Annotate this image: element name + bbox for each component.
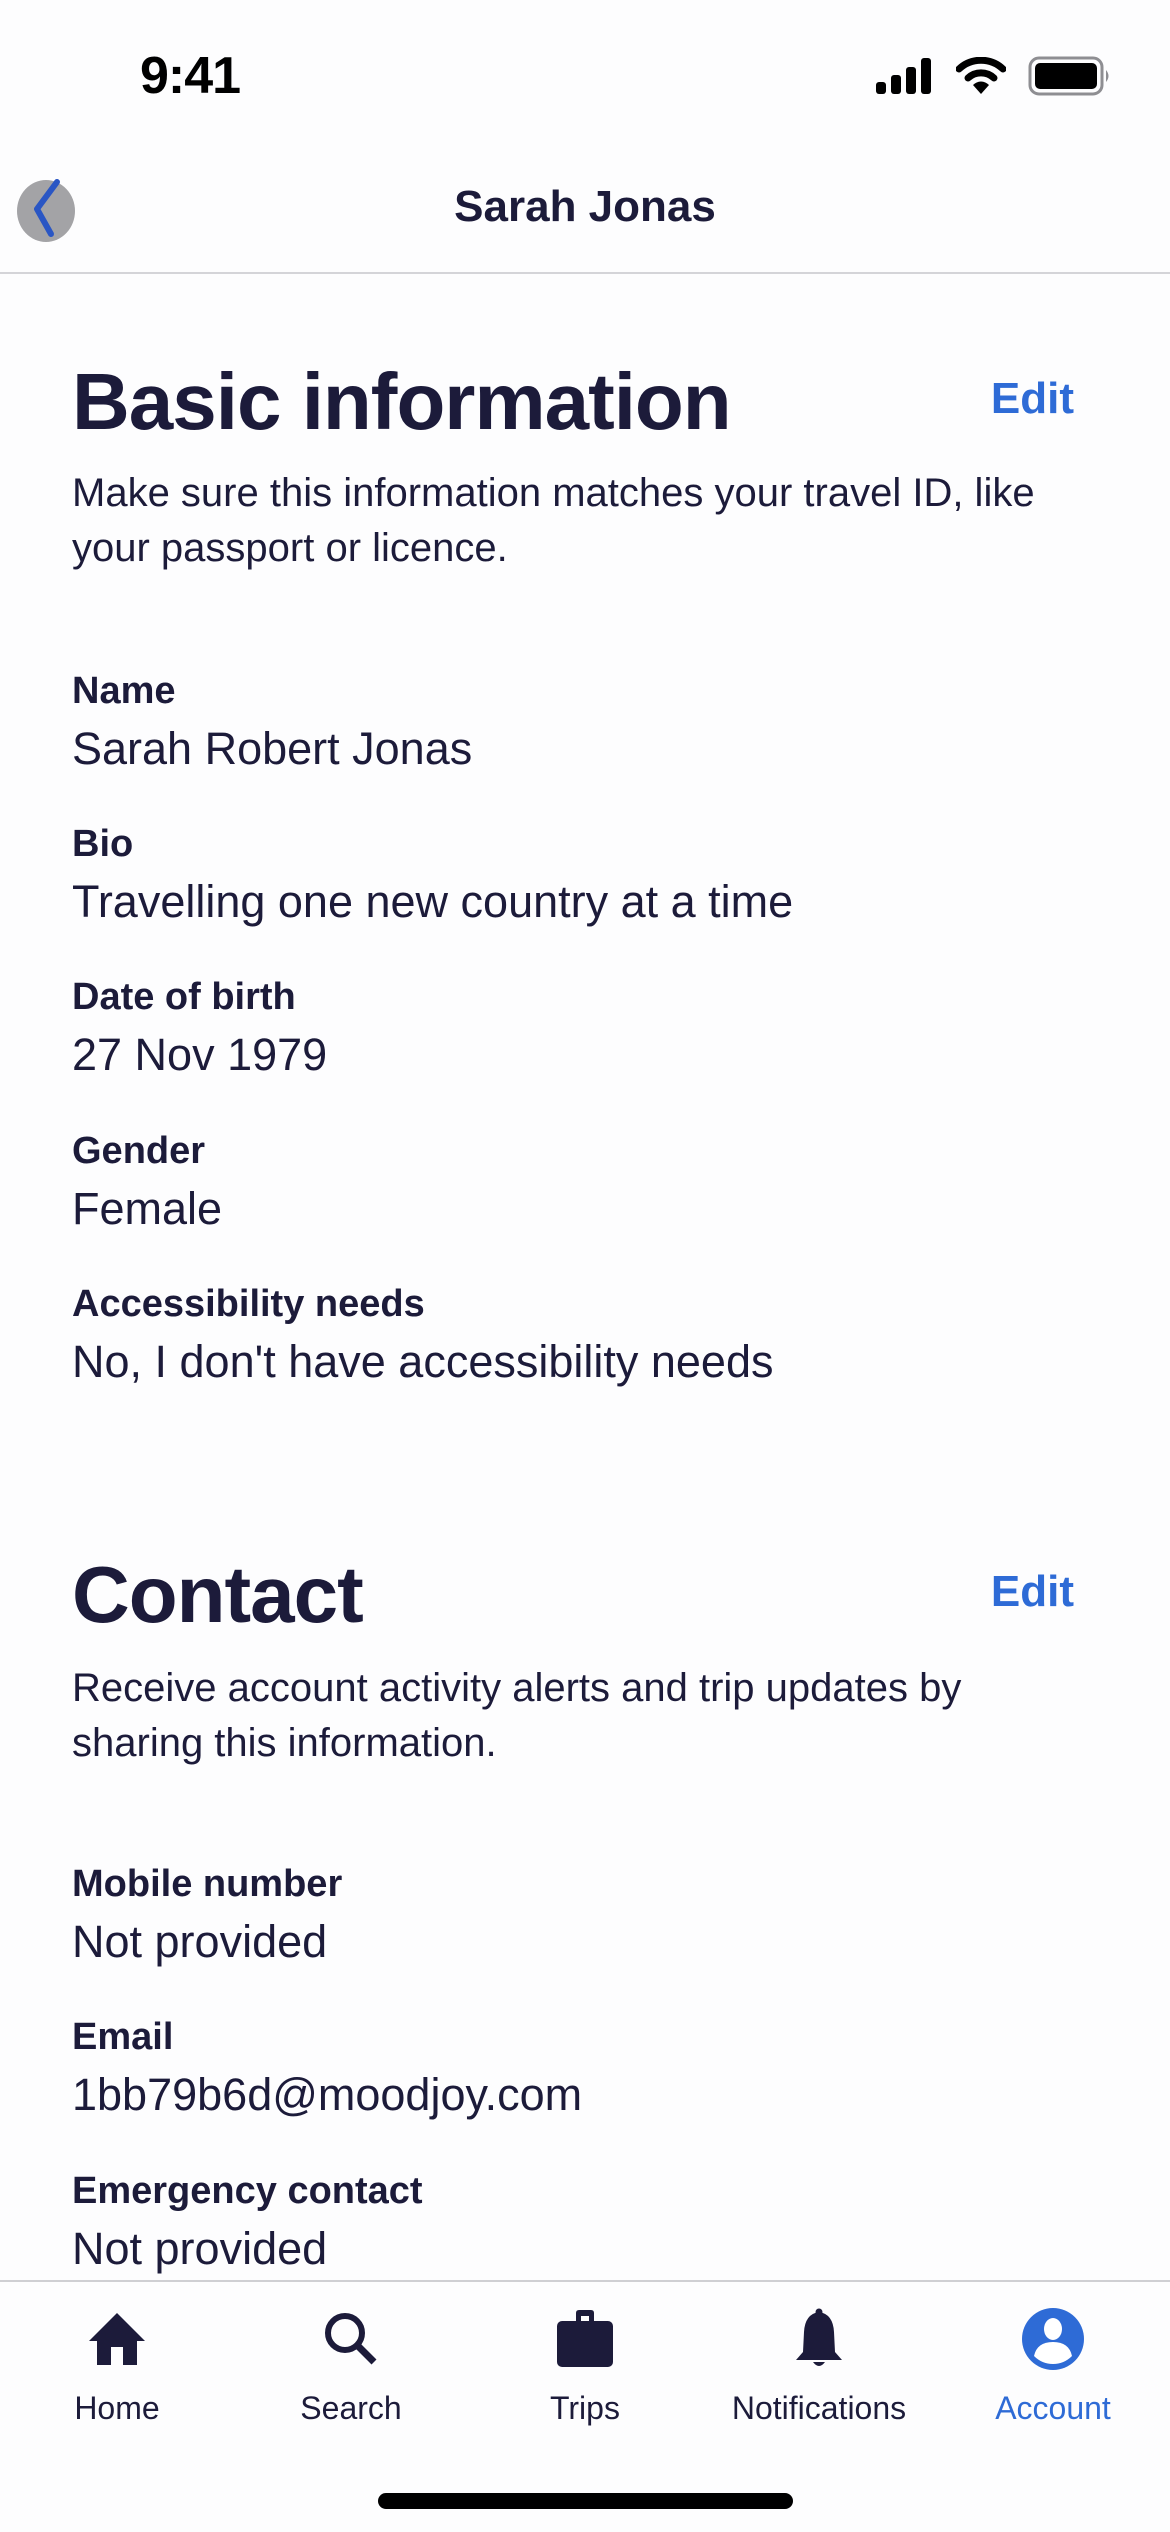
- field-gender: Gender Female: [72, 1128, 1098, 1236]
- briefcase-icon: [550, 2304, 620, 2374]
- edit-basic-information-button[interactable]: Edit: [991, 374, 1074, 424]
- tab-label: Account: [995, 2390, 1111, 2426]
- field-label: Bio: [72, 823, 134, 865]
- nav-header: Sarah Jonas: [0, 140, 1170, 274]
- tab-label: Trips: [550, 2390, 620, 2426]
- field-email: Email 1bb79b6d@moodjoy.com: [72, 2014, 1098, 2122]
- search-icon: [316, 2304, 386, 2374]
- description-line: Receive account activity alerts and trip…: [72, 1666, 962, 1710]
- field-value: Female: [72, 1183, 223, 1234]
- tab-label: Notifications: [731, 2390, 907, 2426]
- tab-label: Search: [300, 2390, 402, 2426]
- field-bio: Bio Travelling one new country at a time: [72, 821, 1098, 929]
- field-value: 1bb79b6d@moodjoy.com: [72, 2069, 583, 2120]
- field-label: Mobile number: [72, 1863, 343, 1905]
- field-value: 27 Nov 1979: [72, 1029, 328, 1080]
- tab-trips[interactable]: Trips: [468, 2282, 702, 2472]
- field-label: Gender: [72, 1130, 206, 1172]
- tab-search[interactable]: Search: [234, 2282, 468, 2472]
- status-time: 9:41: [140, 47, 241, 105]
- status-bar: 9:41: [0, 0, 1170, 140]
- battery-icon: [1028, 56, 1112, 101]
- section-title: Basic information: [72, 357, 732, 446]
- page-title: Sarah Jonas: [454, 182, 716, 231]
- field-label: Email: [72, 2016, 174, 2058]
- field-value: Travelling one new country at a time: [72, 876, 794, 927]
- field-label: Date of birth: [72, 976, 296, 1018]
- cellular-signal-icon: [876, 58, 934, 99]
- field-label: Accessibility needs: [72, 1283, 425, 1325]
- field-value: Sarah Robert Jonas: [72, 723, 473, 774]
- description-line: sharing this information.: [72, 1721, 497, 1765]
- field-label: Emergency contact: [72, 2170, 423, 2212]
- tab-notifications[interactable]: Notifications: [702, 2282, 936, 2472]
- field-emergency-contact: Emergency contact Not provided: [72, 2168, 1098, 2276]
- edit-contact-button[interactable]: Edit: [991, 1567, 1074, 1617]
- section-description: Make sure this information matches your …: [72, 466, 1112, 576]
- field-mobile-number: Mobile number Not provided: [72, 1861, 1098, 1969]
- wifi-icon: [955, 56, 1007, 100]
- home-indicator[interactable]: [378, 2493, 793, 2509]
- tab-account[interactable]: Account: [936, 2282, 1170, 2472]
- tab-home[interactable]: Home: [0, 2282, 234, 2472]
- description-line: your passport or licence.: [72, 526, 508, 570]
- field-date-of-birth: Date of birth 27 Nov 1979: [72, 974, 1098, 1082]
- home-icon: [82, 2304, 152, 2374]
- section-description: Receive account activity alerts and trip…: [72, 1661, 1112, 1771]
- field-accessibility-needs: Accessibility needs No, I don't have acc…: [72, 1281, 1098, 1389]
- status-icons: [876, 56, 1112, 101]
- account-icon: [1018, 2304, 1088, 2374]
- bell-icon: [784, 2304, 854, 2374]
- field-value: No, I don't have accessibility needs: [72, 1336, 774, 1387]
- field-label: Name: [72, 670, 176, 712]
- description-line: Make sure this information matches your …: [72, 471, 1035, 515]
- tab-label: Home: [74, 2390, 160, 2426]
- field-value: Not provided: [72, 2223, 328, 2274]
- field-name: Name Sarah Robert Jonas: [72, 668, 1098, 776]
- field-value: Not provided: [72, 1916, 328, 1967]
- section-title: Contact: [72, 1550, 364, 1639]
